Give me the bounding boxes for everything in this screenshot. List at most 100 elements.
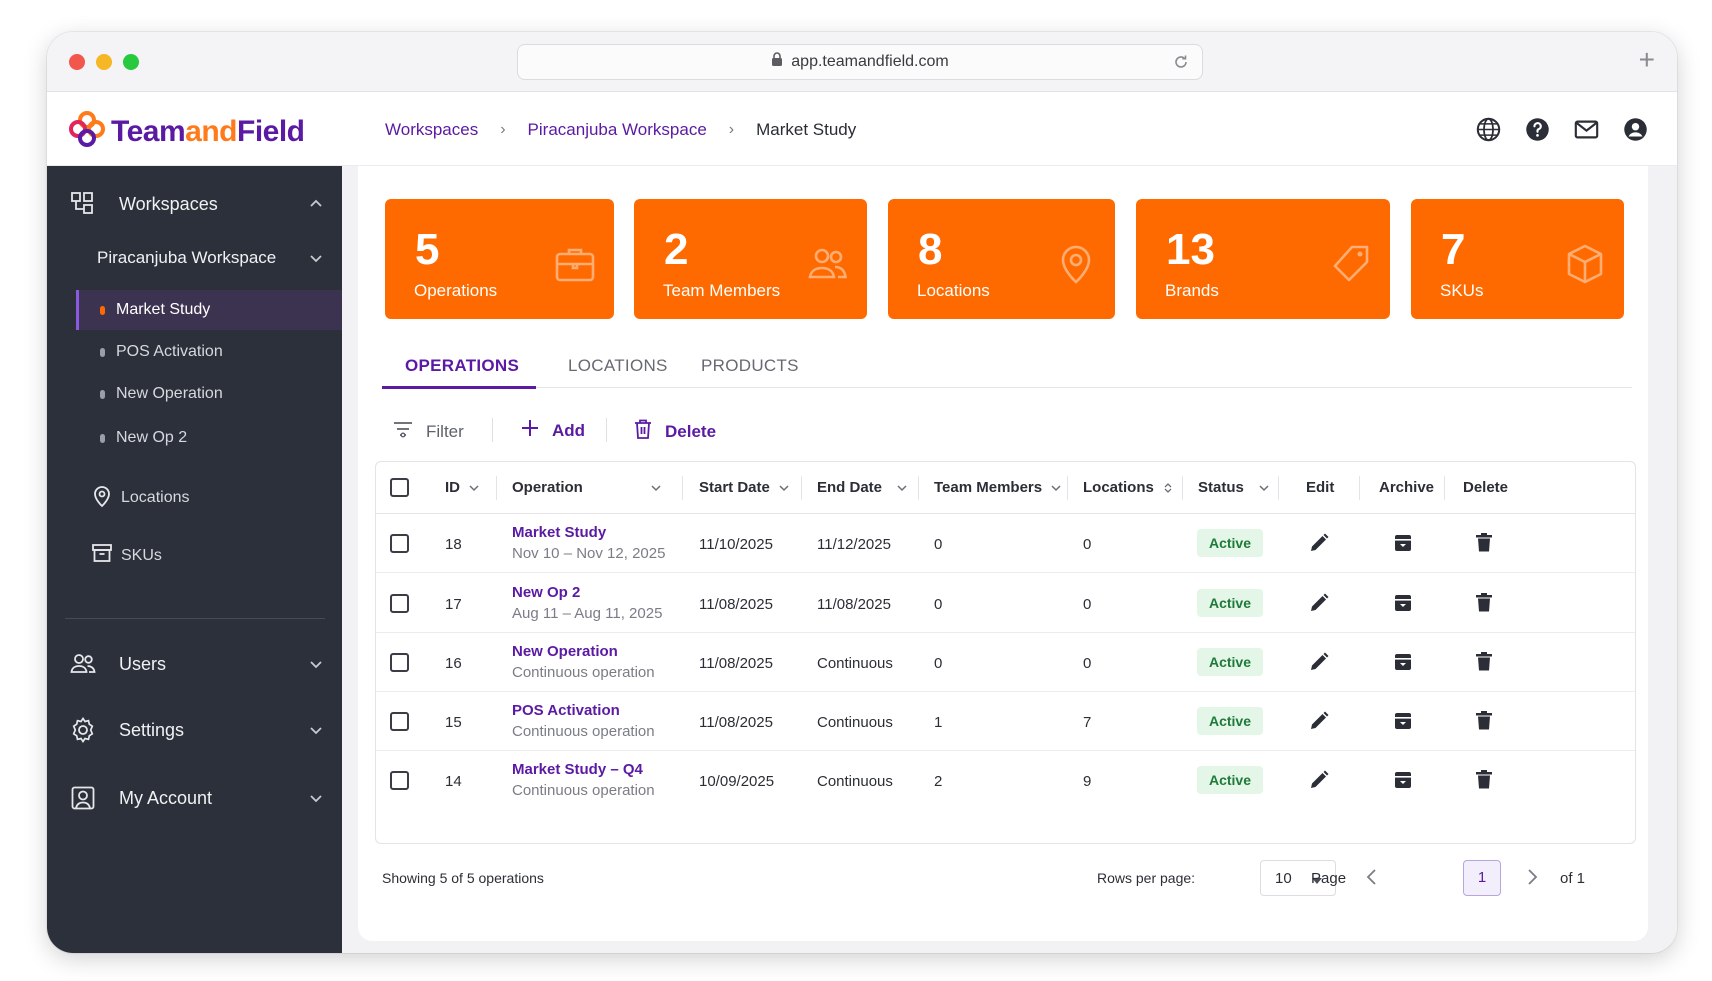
edit-icon[interactable] xyxy=(1308,651,1330,673)
trash-icon[interactable] xyxy=(1475,592,1497,614)
column-header-id[interactable]: ID xyxy=(445,479,480,496)
new-tab-icon[interactable]: + xyxy=(1639,46,1655,74)
showing-count: Showing 5 of 5 operations xyxy=(382,870,544,886)
cell-end-date: Continuous xyxy=(817,714,893,731)
cell-start-date: 11/08/2025 xyxy=(699,714,773,731)
breadcrumb-workspace[interactable]: Piracanjuba Workspace xyxy=(528,120,707,140)
column-header-end-date[interactable]: End Date xyxy=(817,479,908,496)
column-header-status[interactable]: Status xyxy=(1198,479,1270,496)
table-row[interactable]: 16 New Operation Continuous operation 11/08… xyxy=(376,633,1635,692)
trash-icon[interactable] xyxy=(1475,710,1497,732)
column-header-locations[interactable]: Locations xyxy=(1083,479,1174,496)
sort-icon xyxy=(897,484,907,491)
sidebar-item-users[interactable]: Users xyxy=(47,646,342,682)
dot-icon xyxy=(100,433,105,443)
archive-icon[interactable] xyxy=(1393,770,1415,792)
stat-card-brands[interactable]: 13 Brands xyxy=(1136,199,1390,319)
stat-card-locations[interactable]: 8 Locations xyxy=(888,199,1115,319)
edit-icon[interactable] xyxy=(1308,592,1330,614)
sort-icon xyxy=(651,484,661,491)
reload-icon[interactable] xyxy=(1172,53,1190,76)
globe-icon[interactable] xyxy=(1475,116,1502,143)
select-all-checkbox[interactable] xyxy=(390,478,409,497)
delete-selected-button[interactable]: Delete xyxy=(633,418,716,445)
sidebar-item-market-study[interactable]: Market Study xyxy=(76,290,342,330)
address-bar[interactable]: app.teamandfield.com xyxy=(517,44,1203,80)
sidebar-item-skus[interactable]: SKUs xyxy=(47,538,342,574)
operation-link[interactable]: Market Study – Q4 xyxy=(512,761,655,778)
chevron-down-icon xyxy=(308,722,324,738)
sidebar-item-locations[interactable]: Locations xyxy=(47,480,342,516)
sidebar: Workspaces Piracanjuba Workspace Market … xyxy=(47,166,342,953)
stat-card-operations[interactable]: 5 Operations xyxy=(385,199,614,319)
operation-link[interactable]: New Op 2 xyxy=(512,584,662,601)
table-row[interactable]: 17 New Op 2 Aug 11 – Aug 11, 2025 11/08/202… xyxy=(376,574,1635,633)
users-icon xyxy=(807,243,849,285)
status-badge: Active xyxy=(1197,707,1263,735)
filter-button[interactable]: Filter xyxy=(392,418,464,445)
stat-label: Locations xyxy=(917,281,990,300)
row-checkbox[interactable] xyxy=(390,771,409,790)
column-header-start-date[interactable]: Start Date xyxy=(699,479,790,496)
stat-card-skus[interactable]: 7 SKUs xyxy=(1411,199,1624,319)
row-checkbox[interactable] xyxy=(390,653,409,672)
briefcase-icon xyxy=(554,243,596,285)
status-badge: Active xyxy=(1197,529,1263,557)
cell-end-date: Continuous xyxy=(817,655,893,672)
logo-text: TeamandField xyxy=(111,114,305,148)
row-checkbox[interactable] xyxy=(390,712,409,731)
trash-icon[interactable] xyxy=(1475,532,1497,554)
trash-icon[interactable] xyxy=(1475,769,1497,791)
rows-per-page-value: 10 xyxy=(1275,869,1292,887)
cell-team-members: 0 xyxy=(934,655,943,672)
archive-icon[interactable] xyxy=(1393,593,1415,615)
sidebar-item-my-account[interactable]: My Account xyxy=(47,780,342,816)
table-row[interactable]: 18 Market Study Nov 10 – Nov 12, 2025 11/10… xyxy=(376,514,1635,573)
table-row[interactable]: 15 POS Activation Continuous operation 11/0… xyxy=(376,692,1635,751)
operation-link[interactable]: POS Activation xyxy=(512,702,655,719)
logo[interactable]: TeamandField xyxy=(67,109,305,154)
chevron-right-icon: › xyxy=(500,121,506,138)
breadcrumb-workspaces[interactable]: Workspaces xyxy=(385,120,478,140)
column-header-operation[interactable]: Operation xyxy=(512,479,662,496)
sidebar-item-new-op-2[interactable]: New Op 2 xyxy=(47,420,342,456)
breadcrumb-current: Market Study xyxy=(756,120,857,139)
archive-icon[interactable] xyxy=(1393,533,1415,555)
edit-icon[interactable] xyxy=(1308,769,1330,791)
previous-page-icon[interactable] xyxy=(1365,868,1379,889)
tab-products[interactable]: PRODUCTS xyxy=(701,356,799,376)
sidebar-item-settings[interactable]: Settings xyxy=(47,712,342,748)
operation-link[interactable]: Market Study xyxy=(512,524,665,541)
column-header-team-members[interactable]: Team Members xyxy=(934,479,1062,496)
trash-icon[interactable] xyxy=(1475,651,1497,673)
help-icon[interactable] xyxy=(1524,116,1551,143)
archive-icon[interactable] xyxy=(1393,652,1415,674)
edit-icon[interactable] xyxy=(1308,710,1330,732)
tab-operations[interactable]: OPERATIONS xyxy=(405,356,519,376)
close-window-button[interactable] xyxy=(69,54,85,70)
sidebar-item-pos-activation[interactable]: POS Activation xyxy=(47,334,342,370)
edit-icon[interactable] xyxy=(1308,532,1330,554)
logo-mark-icon xyxy=(67,109,107,154)
sidebar-item-new-operation[interactable]: New Operation xyxy=(47,376,342,412)
row-checkbox[interactable] xyxy=(390,534,409,553)
sidebar-item-piracanjuba-workspace[interactable]: Piracanjuba Workspace xyxy=(47,240,342,276)
add-button[interactable]: Add xyxy=(520,418,585,443)
stat-card-team-members[interactable]: 2 Team Members xyxy=(634,199,867,319)
row-checkbox[interactable] xyxy=(390,594,409,613)
minimize-window-button[interactable] xyxy=(96,54,112,70)
table-row[interactable]: 14 Market Study – Q4 Continuous operation 1… xyxy=(376,751,1635,809)
user-avatar-icon[interactable] xyxy=(1622,116,1649,143)
next-page-icon[interactable] xyxy=(1525,868,1539,889)
sidebar-item-label: SKUs xyxy=(121,547,162,564)
dot-icon xyxy=(100,347,105,357)
sidebar-item-label: Settings xyxy=(119,719,185,740)
current-page-input[interactable]: 1 xyxy=(1463,860,1501,896)
operation-link[interactable]: New Operation xyxy=(512,643,655,660)
stat-label: SKUs xyxy=(1440,281,1484,300)
sidebar-item-workspaces[interactable]: Workspaces xyxy=(47,186,342,222)
tab-locations[interactable]: LOCATIONS xyxy=(568,356,668,376)
maximize-window-button[interactable] xyxy=(123,54,139,70)
mail-icon[interactable] xyxy=(1573,116,1600,143)
archive-icon[interactable] xyxy=(1393,711,1415,733)
